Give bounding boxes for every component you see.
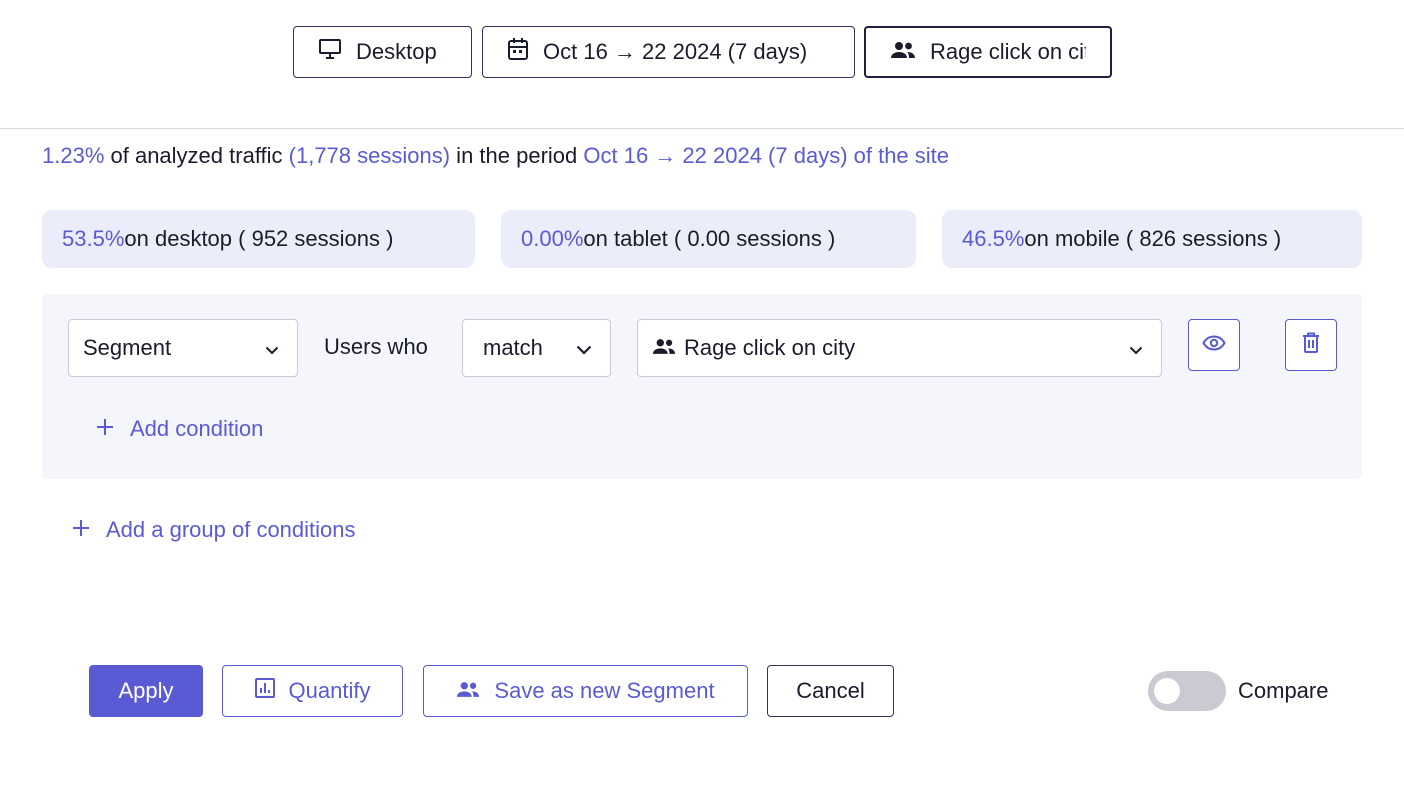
add-condition-label: Add condition — [130, 416, 264, 441]
quantify-button[interactable]: Quantify — [222, 665, 403, 717]
preview-segment-button[interactable] — [1188, 319, 1240, 371]
cancel-label: Cancel — [796, 678, 865, 703]
add-condition-group-label: Add a group of conditions — [106, 517, 356, 542]
add-condition-group-button[interactable]: Add a group of conditions — [72, 517, 356, 543]
date-range-label: Oct 16 → 22 2024 (7 days) — [543, 39, 808, 64]
tablet-percent: 0.00% — [521, 226, 584, 251]
date-range-button[interactable]: Oct 16 → 22 2024 (7 days) — [482, 26, 855, 78]
segment-filter-button[interactable]: Rage click on city — [864, 26, 1112, 78]
traffic-summary: 1.23% of analyzed traffic (1,778 session… — [42, 142, 949, 170]
quantify-label: Quantify — [288, 678, 371, 703]
condition-group: Segment Users who match Rage click on ci… — [42, 294, 1362, 479]
eye-icon — [1202, 334, 1226, 356]
chevron-down-icon — [265, 335, 279, 361]
bar-chart-icon — [254, 678, 275, 704]
segment-select-value: Rage click on city — [684, 335, 856, 360]
users-icon — [456, 678, 480, 704]
device-filter-button[interactable]: Desktop — [293, 26, 472, 78]
apply-button[interactable]: Apply — [89, 665, 203, 717]
device-filter-label: Desktop — [356, 39, 437, 64]
desktop-stat: 53.5% on desktop ( 952 sessions ) — [42, 210, 475, 268]
summary-text-2: in the period — [450, 143, 584, 168]
tablet-stat: 0.00% on tablet ( 0.00 sessions ) — [501, 210, 916, 268]
mobile-label: on mobile ( 826 sessions ) — [1024, 226, 1282, 251]
tablet-label: on tablet ( 0.00 sessions ) — [583, 226, 836, 251]
compare-label: Compare — [1238, 678, 1329, 703]
trash-icon — [1302, 332, 1320, 359]
condition-type-select[interactable]: Segment — [68, 319, 298, 377]
cancel-button[interactable]: Cancel — [767, 665, 894, 717]
chevron-down-icon — [576, 335, 592, 361]
traffic-percent: 1.23% — [42, 143, 105, 168]
match-operator-select[interactable]: match — [462, 319, 611, 377]
match-operator-value: match — [483, 335, 543, 360]
summary-period: Oct 16 → 22 2024 (7 days) of the site — [583, 143, 950, 168]
compare-toggle[interactable] — [1148, 671, 1226, 711]
users-who-label: Users who — [324, 334, 428, 359]
filter-bar: Desktop Oct 16 → 22 2024 (7 days) Rage c… — [0, 26, 1404, 80]
plus-icon — [72, 517, 90, 543]
users-icon — [890, 39, 916, 65]
mobile-percent: 46.5% — [962, 226, 1025, 251]
condition-type-value: Segment — [83, 335, 172, 360]
apply-label: Apply — [118, 678, 174, 703]
delete-condition-button[interactable] — [1285, 319, 1337, 371]
header-divider — [0, 128, 1404, 129]
summary-text-1: of analyzed traffic — [104, 143, 289, 168]
chevron-down-icon — [1129, 335, 1143, 361]
plus-icon — [96, 416, 114, 442]
monitor-icon — [318, 38, 342, 66]
add-condition-button[interactable]: Add condition — [96, 416, 263, 442]
desktop-label: on desktop ( 952 sessions ) — [124, 226, 394, 251]
segment-select[interactable]: Rage click on city — [637, 319, 1162, 377]
save-segment-label: Save as new Segment — [494, 678, 715, 703]
desktop-percent: 53.5% — [62, 226, 125, 251]
save-segment-button[interactable]: Save as new Segment — [423, 665, 748, 717]
toggle-knob — [1154, 678, 1180, 704]
calendar-icon — [507, 37, 529, 67]
traffic-sessions: (1,778 sessions) — [288, 143, 451, 168]
mobile-stat: 46.5% on mobile ( 826 sessions ) — [942, 210, 1362, 268]
users-icon — [652, 335, 676, 361]
segment-filter-label: Rage click on city — [930, 39, 1086, 64]
